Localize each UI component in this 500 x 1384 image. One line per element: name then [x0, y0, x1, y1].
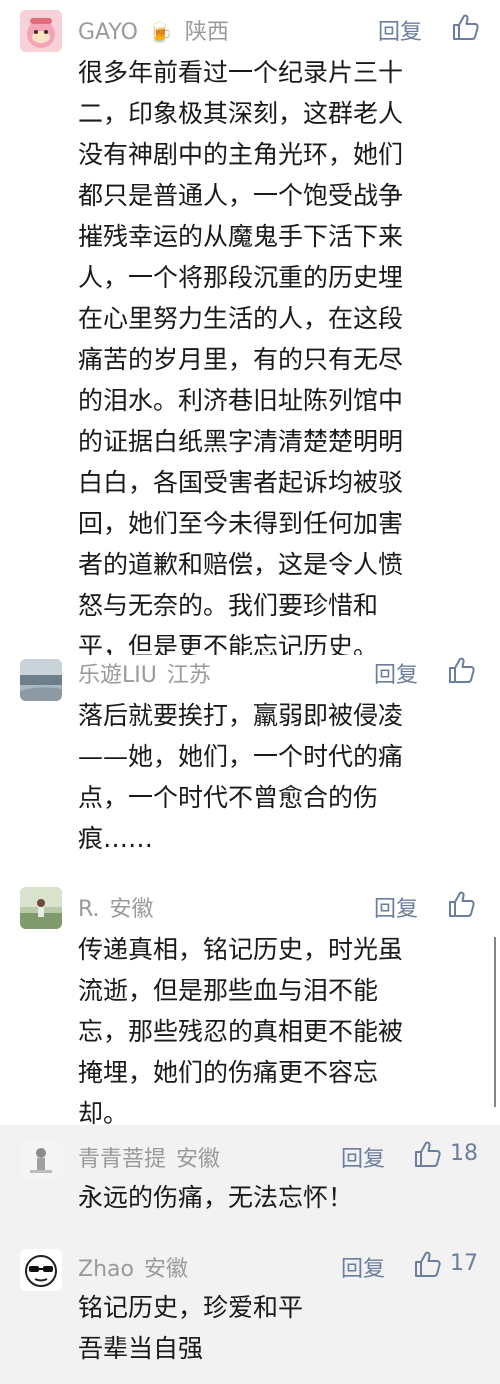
thumbs-up-icon[interactable]: [446, 889, 476, 919]
location: 江苏: [166, 663, 211, 688]
text-line: 很多年前看过一个纪录片三十: [78, 58, 404, 87]
text-line: 没有神剧中的主角光环，她们: [78, 140, 404, 169]
text-line: 点，一个时代不曾愈合的伤: [78, 783, 379, 812]
reply-button[interactable]: 回复: [374, 891, 418, 923]
comment-1: GAYO 🍺 陕西 回复 很多年前看过一个纪录片三十 二，印象极其深刻，这群老人 没…: [0, 0, 500, 661]
comment-text: 铭记历史，珍爱和平 吾辈当自强: [78, 1287, 470, 1369]
comments-page: { "comments": [ { "nickname": "GAYO", "b…: [0, 0, 500, 1384]
text-line: 二，印象极其深刻，这群老人: [78, 99, 404, 128]
thumbs-up-icon[interactable]: [412, 1249, 442, 1279]
comment-meta: R. 安徽: [78, 891, 154, 923]
avatar-cartoon-sunglasses[interactable]: [20, 1249, 62, 1291]
comment-2: 乐遊LIU 江苏 回复 落后就要挨打，羸弱即被侵凌 ——她，她们，一个时代的痛 点…: [0, 655, 500, 877]
text-line: 的泪水。利济巷旧址陈列馆中: [78, 386, 404, 415]
comment-meta: Zhao 安徽: [78, 1251, 188, 1283]
text-line: 怒与无奈的。我们要珍惜和: [78, 591, 379, 620]
comment-5: Zhao 安徽 回复 17 铭记历史，珍爱和平 吾辈当自强: [0, 1235, 500, 1384]
comment-text: 传递真相，铭记历史，时光虽 流逝，但是那些血与泪不能 忘，那些残忍的真相更不能被…: [78, 929, 470, 1134]
like-count: 17: [450, 1251, 478, 1276]
location: 安徽: [176, 1147, 221, 1172]
reply-button[interactable]: 回复: [378, 14, 422, 46]
text-line: 永远的伤痛，无法忘怀！: [78, 1183, 354, 1212]
text-line: 回，她们至今未得到任何加害: [78, 509, 404, 538]
avatar-person-outdoors[interactable]: [20, 887, 62, 929]
text-line: 的证据白纸黑字清清楚楚明明: [78, 427, 404, 456]
thumbs-up-icon[interactable]: [412, 1139, 442, 1169]
reply-button[interactable]: 回复: [374, 657, 418, 689]
avatar-landscape[interactable]: [20, 659, 62, 701]
comment-text: 很多年前看过一个纪录片三十 二，印象极其深刻，这群老人 没有神剧中的主角光环，她…: [78, 52, 470, 667]
location: 安徽: [143, 1257, 188, 1282]
comment-meta: 乐遊LIU 江苏: [78, 657, 211, 689]
nickname[interactable]: 乐遊LIU: [78, 663, 157, 688]
text-line: 落后就要挨打，羸弱即被侵凌: [78, 701, 404, 730]
text-line: 摧残幸运的从魔鬼手下活下来: [78, 222, 404, 251]
text-line: 吾辈当自强: [78, 1334, 204, 1363]
text-line: 白白，各国受害者起诉均被驳: [78, 468, 404, 497]
text-line: 忘，那些残忍的真相更不能被: [78, 1017, 404, 1046]
comment-4: 青青菩提 安徽 回复 18 永远的伤痛，无法忘怀！: [0, 1125, 500, 1235]
text-line: 铭记历史，珍爱和平: [78, 1293, 304, 1322]
text-line: 掩埋，她们的伤痛更不容忘: [78, 1058, 379, 1087]
text-line: 人，一个将那段沉重的历史埋: [78, 263, 404, 292]
avatar-small-figure[interactable]: [20, 1139, 62, 1181]
scroll-indicator: [494, 937, 496, 1107]
thumbs-up-icon[interactable]: [450, 12, 480, 42]
comment-3: R. 安徽 回复 传递真相，铭记历史，时光虽 流逝，但是那些血与泪不能 忘，那些残…: [0, 877, 500, 1128]
text-line: ——她，她们，一个时代的痛: [78, 742, 404, 771]
nickname[interactable]: GAYO: [78, 20, 138, 45]
text-line: 者的道歉和赔偿，这是令人愤: [78, 550, 404, 579]
avatar-pink-character[interactable]: [20, 10, 62, 52]
text-line: 在心里努力生活的人，在这段: [78, 304, 404, 333]
text-line: 都只是普通人，一个饱受战争: [78, 181, 404, 210]
nickname[interactable]: R.: [78, 897, 100, 922]
text-line: 流逝，但是那些血与泪不能: [78, 976, 379, 1005]
thumbs-up-icon[interactable]: [446, 655, 476, 685]
text-line: 痕……: [78, 824, 154, 853]
text-line: 传递真相，铭记历史，时光虽: [78, 935, 404, 964]
reply-button[interactable]: 回复: [341, 1141, 385, 1173]
comment-meta: GAYO 🍺 陕西: [78, 14, 229, 46]
comment-meta: 青青菩提 安徽: [78, 1141, 220, 1173]
nickname[interactable]: Zhao: [78, 1257, 134, 1282]
beer-badge-icon: 🍺: [147, 20, 173, 44]
reply-button[interactable]: 回复: [341, 1251, 385, 1283]
nickname[interactable]: 青青菩提: [78, 1147, 166, 1172]
like-count: 18: [450, 1141, 478, 1166]
comment-text: 落后就要挨打，羸弱即被侵凌 ——她，她们，一个时代的痛 点，一个时代不曾愈合的伤…: [78, 695, 470, 859]
location: 安徽: [109, 897, 154, 922]
comment-text: 永远的伤痛，无法忘怀！: [78, 1177, 470, 1218]
location: 陕西: [184, 20, 229, 45]
text-line: 痛苦的岁月里，有的只有无尽: [78, 345, 404, 374]
